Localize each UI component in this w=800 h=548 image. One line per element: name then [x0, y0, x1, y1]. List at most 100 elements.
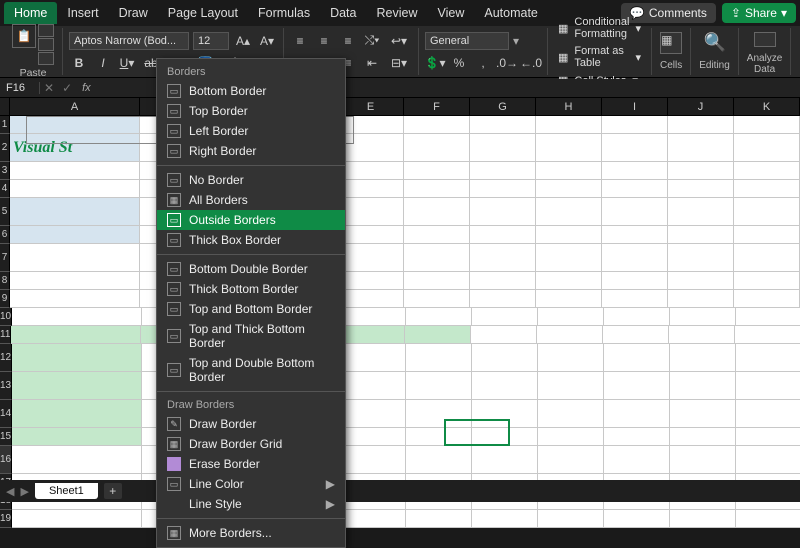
percent-icon[interactable]: % — [449, 54, 469, 72]
accounting-icon[interactable]: 💲▾ — [425, 54, 445, 72]
sheet-nav-next[interactable]: ▶ — [20, 485, 28, 498]
cell[interactable] — [538, 308, 604, 326]
dd-top-thick-bottom[interactable]: ▭Top and Thick Bottom Border — [157, 319, 345, 353]
cell[interactable] — [404, 134, 470, 162]
col-header[interactable]: E — [338, 98, 404, 116]
cell[interactable] — [10, 272, 140, 290]
cell[interactable] — [472, 308, 538, 326]
analyze-group[interactable]: Analyze Data — [739, 28, 792, 75]
row-header[interactable]: 7 — [0, 244, 10, 272]
cell[interactable] — [536, 244, 602, 272]
col-header[interactable]: F — [404, 98, 470, 116]
cell[interactable] — [472, 510, 538, 528]
cell[interactable] — [404, 162, 470, 180]
conditional-formatting-button[interactable]: ▦Conditional Formatting▾ — [558, 15, 641, 41]
inc-decimal-icon[interactable]: .0→ — [497, 54, 517, 72]
dd-outside-borders[interactable]: ▭Outside Borders — [157, 210, 345, 230]
row-header[interactable]: 16 — [0, 446, 12, 474]
cell[interactable] — [470, 226, 536, 244]
cell[interactable] — [670, 308, 736, 326]
cell[interactable] — [536, 272, 602, 290]
font-name-select[interactable] — [69, 32, 189, 50]
row-header[interactable]: 12 — [0, 344, 12, 372]
dd-top-double-bottom[interactable]: ▭Top and Double Bottom Border — [157, 353, 345, 387]
cell[interactable] — [404, 244, 470, 272]
cell[interactable] — [735, 326, 800, 344]
cell[interactable] — [472, 400, 538, 428]
cell[interactable] — [340, 446, 406, 474]
dd-draw-grid[interactable]: ▦Draw Border Grid — [157, 434, 345, 454]
font-size-select[interactable] — [193, 32, 229, 50]
cell[interactable] — [340, 308, 406, 326]
col-header[interactable]: I — [602, 98, 668, 116]
cell[interactable] — [538, 344, 604, 372]
cell[interactable] — [10, 162, 140, 180]
cell[interactable] — [472, 344, 538, 372]
sheet-nav-prev[interactable]: ◀ — [6, 485, 14, 498]
sheet-tab[interactable]: Sheet1 — [35, 483, 98, 499]
row-header[interactable]: 8 — [0, 272, 10, 290]
cell[interactable] — [406, 308, 472, 326]
number-format-select[interactable] — [425, 32, 509, 50]
row-header[interactable]: 14 — [0, 400, 12, 428]
cell[interactable] — [470, 134, 536, 162]
cell[interactable] — [10, 226, 140, 244]
dd-draw-border[interactable]: ✎Draw Border — [157, 414, 345, 434]
row-header[interactable]: 10 — [0, 308, 12, 326]
cell[interactable] — [536, 162, 602, 180]
cell[interactable] — [602, 180, 668, 198]
row-header[interactable]: 9 — [0, 290, 10, 308]
col-header[interactable]: J — [668, 98, 734, 116]
cell[interactable] — [404, 226, 470, 244]
cell[interactable] — [670, 372, 736, 400]
cell[interactable] — [670, 344, 736, 372]
cell[interactable] — [406, 372, 472, 400]
dd-top-border[interactable]: ▭Top Border — [157, 101, 345, 121]
cell[interactable] — [470, 162, 536, 180]
decrease-font-icon[interactable]: A▾ — [257, 32, 277, 50]
name-box[interactable]: F16 — [0, 82, 40, 94]
cell[interactable] — [12, 308, 142, 326]
cell[interactable] — [406, 510, 472, 528]
align-bottom-icon[interactable]: ≡ — [338, 32, 358, 50]
cell[interactable] — [734, 244, 800, 272]
paste-icon[interactable]: 📋 — [12, 24, 36, 48]
cell[interactable] — [12, 344, 142, 372]
cell[interactable] — [470, 272, 536, 290]
cell[interactable] — [470, 290, 536, 308]
align-middle-icon[interactable]: ≡ — [314, 32, 334, 50]
tab-page-layout[interactable]: Page Layout — [158, 2, 248, 24]
cell[interactable] — [670, 510, 736, 528]
row-header[interactable]: 5 — [0, 198, 10, 226]
cell[interactable] — [536, 180, 602, 198]
tab-view[interactable]: View — [427, 2, 474, 24]
cell[interactable] — [340, 344, 406, 372]
cell[interactable] — [404, 180, 470, 198]
dd-right-border[interactable]: ▭Right Border — [157, 141, 345, 161]
cell[interactable] — [536, 116, 602, 134]
cell[interactable] — [538, 510, 604, 528]
dd-no-border[interactable]: ▭No Border — [157, 170, 345, 190]
cell[interactable] — [537, 326, 603, 344]
cell[interactable] — [734, 180, 800, 198]
dd-bottom-double[interactable]: ▭Bottom Double Border — [157, 259, 345, 279]
tab-data[interactable]: Data — [320, 2, 366, 24]
cell[interactable] — [670, 446, 736, 474]
comma-icon[interactable]: , — [473, 54, 493, 72]
document-cloud-group[interactable]: Document Cloud — [791, 28, 800, 75]
merge-icon[interactable]: ⊟▾ — [386, 54, 412, 72]
cell[interactable] — [406, 428, 472, 446]
dd-line-color[interactable]: ▭Line Color▶ — [157, 474, 345, 494]
tab-home[interactable]: Home — [4, 2, 57, 24]
share-button[interactable]: ⇪ Share ▾ — [722, 3, 796, 23]
dd-all-borders[interactable]: ▦All Borders — [157, 190, 345, 210]
row-header[interactable]: 11 — [0, 326, 11, 344]
cell[interactable] — [734, 134, 800, 162]
cell[interactable] — [340, 428, 406, 446]
cell[interactable] — [538, 400, 604, 428]
cell[interactable] — [12, 510, 142, 528]
format-painter-icon[interactable] — [38, 52, 54, 65]
cell-title[interactable]: Visual St — [10, 134, 140, 162]
cell[interactable] — [603, 326, 669, 344]
row-header[interactable]: 19 — [0, 510, 12, 528]
